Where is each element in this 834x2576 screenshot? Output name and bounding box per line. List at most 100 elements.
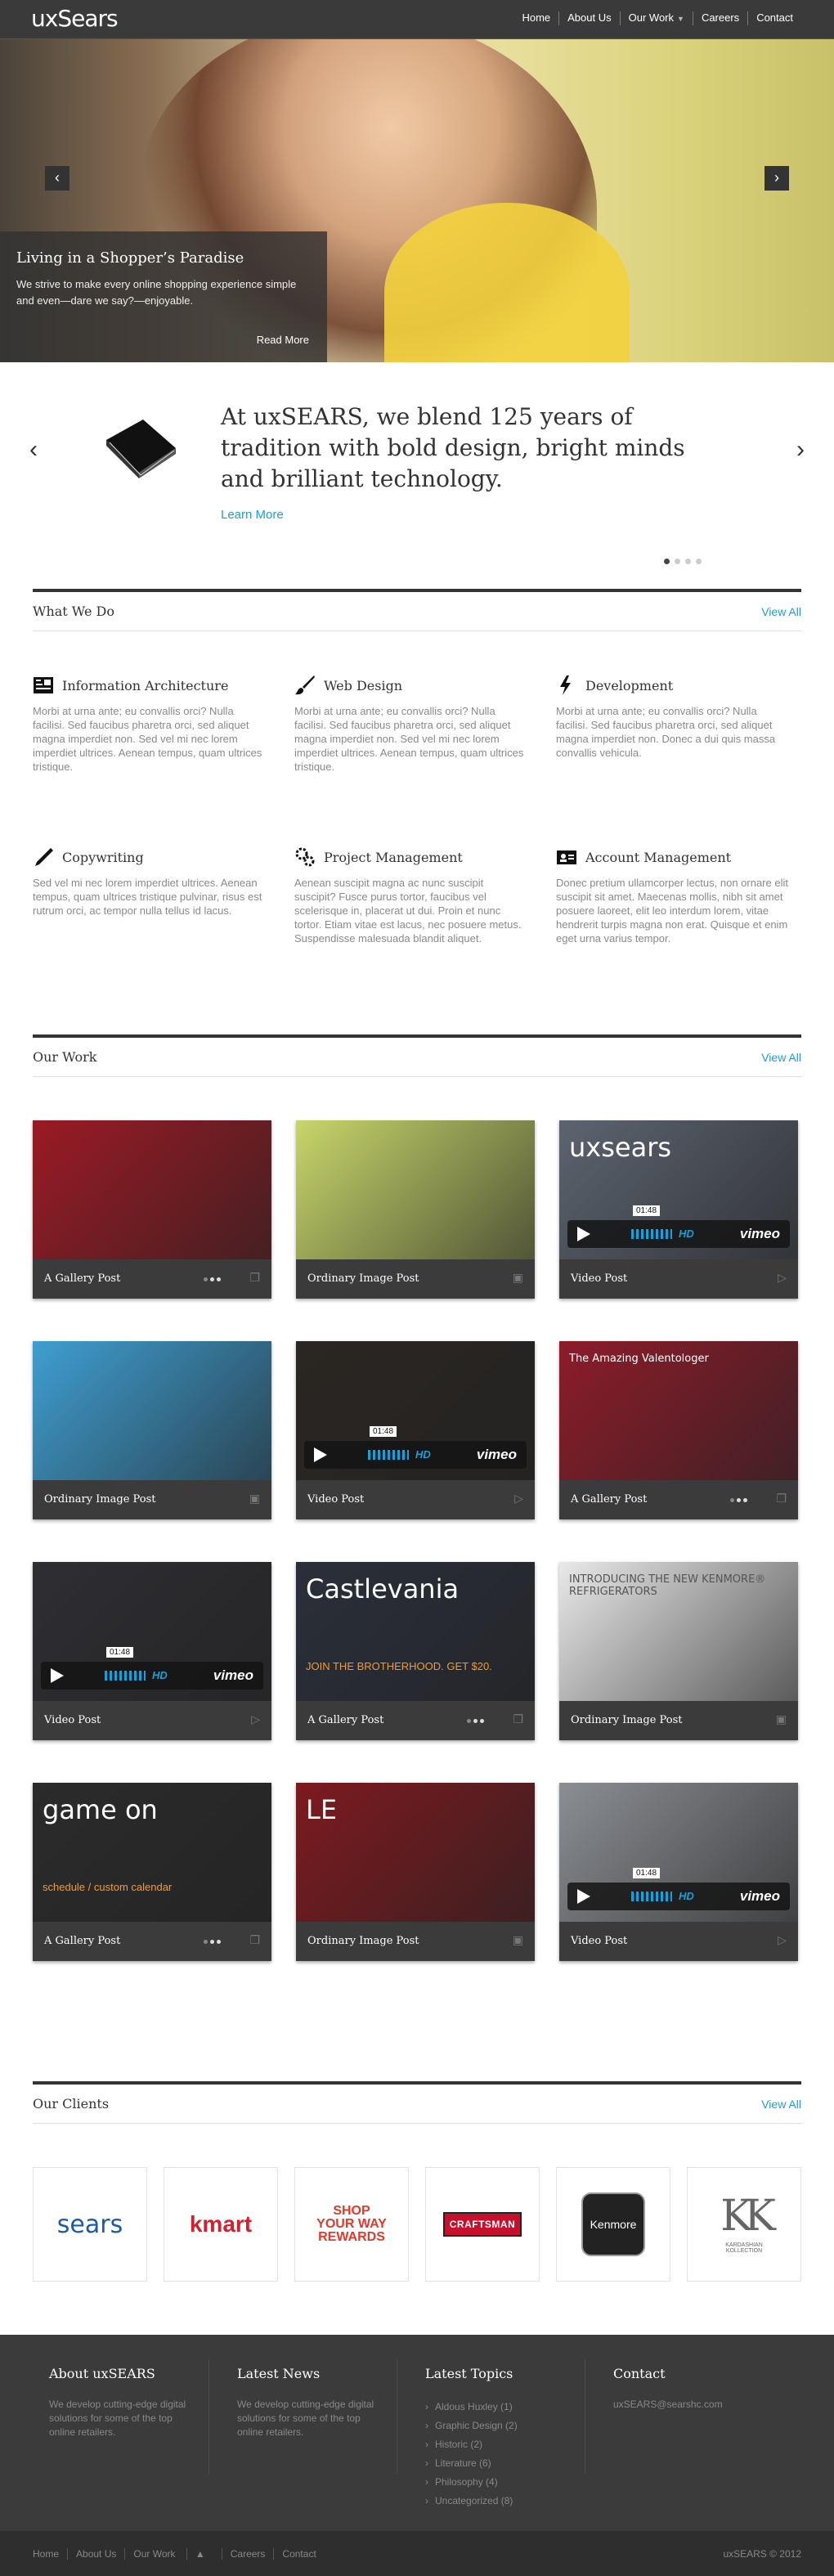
work-card[interactable]: uxsears 01:48 HD vimeo Video Post ▷ xyxy=(559,1120,798,1299)
work-card[interactable]: game on schedule / custom calendar A Galle… xyxy=(33,1783,271,1961)
topic-item[interactable]: › Uncategorized (8) xyxy=(425,2492,613,2511)
video-player-controls[interactable]: 01:48 HD vimeo xyxy=(304,1426,527,1469)
work-card[interactable]: 01:48 HD vimeo Video Post ▷ xyxy=(33,1562,271,1740)
work-thumbnail[interactable]: INTRODUCING THE NEW KENMORE® REFRIGERATO… xyxy=(559,1562,798,1701)
footer-nav-contact[interactable]: Contact xyxy=(273,2548,324,2560)
hd-icon[interactable]: HD xyxy=(679,1890,694,1902)
nav-contact[interactable]: Contact xyxy=(747,11,801,25)
slide-dot[interactable] xyxy=(675,559,680,564)
volume-meter[interactable] xyxy=(368,1450,409,1460)
work-thumbnail[interactable] xyxy=(296,1120,535,1259)
nav-careers[interactable]: Careers xyxy=(692,11,747,25)
footer-contact-email[interactable]: uxSEARS@searshc.com xyxy=(613,2398,752,2412)
footer-nav-about-us[interactable]: About Us xyxy=(67,2548,124,2560)
play-icon[interactable] xyxy=(577,1227,590,1241)
work-card[interactable]: 01:48 HD vimeo Video Post ▷ xyxy=(296,1341,535,1519)
service-text: Morbi at urna ante; eu convallis orci? N… xyxy=(33,705,262,773)
work-card[interactable]: 01:48 HD vimeo Video Post ▷ xyxy=(559,1783,798,1961)
work-thumbnail[interactable]: The Amazing Valentologer xyxy=(559,1341,798,1480)
learn-more-link[interactable]: Learn More xyxy=(221,508,284,522)
work-card-title[interactable]: Ordinary Image Post xyxy=(307,1272,419,1285)
video-player-controls[interactable]: 01:48 HD vimeo xyxy=(567,1868,790,1910)
work-card-title[interactable]: A Gallery Post xyxy=(44,1935,120,1947)
sub-footer: Home About Us Our Work ▲ Careers Contact… xyxy=(0,2531,834,2576)
work-card-title[interactable]: A Gallery Post xyxy=(571,1493,647,1506)
play-icon[interactable] xyxy=(314,1447,327,1462)
work-card-title[interactable]: Video Post xyxy=(571,1935,627,1947)
work-card-title[interactable]: Ordinary Image Post xyxy=(44,1493,155,1506)
work-card[interactable]: Ordinary Image Post ▣ xyxy=(33,1341,271,1519)
work-card-title[interactable]: A Gallery Post xyxy=(307,1714,383,1726)
gallery-dots xyxy=(204,1940,221,1944)
book-icon xyxy=(106,420,176,478)
hero-next-button[interactable]: › xyxy=(764,166,789,191)
volume-meter[interactable] xyxy=(105,1671,146,1681)
work-thumbnail[interactable]: 01:48 HD vimeo xyxy=(296,1341,535,1480)
video-player-controls[interactable]: 01:48 HD vimeo xyxy=(567,1205,790,1248)
video-icon: ▷ xyxy=(778,1271,787,1284)
client-logo-sears[interactable]: sears xyxy=(33,2167,147,2282)
play-icon[interactable] xyxy=(51,1668,64,1683)
client-logo-craftsman[interactable]: CRAFTSMAN xyxy=(425,2167,540,2282)
thumbnail-overlay-text: LE xyxy=(306,1794,338,1825)
work-thumbnail[interactable]: uxsears 01:48 HD vimeo xyxy=(559,1120,798,1259)
client-logo-kmart[interactable]: kmart xyxy=(164,2167,278,2282)
footer-nav-careers[interactable]: Careers xyxy=(221,2548,274,2560)
hd-icon[interactable]: HD xyxy=(415,1448,431,1461)
gallery-icon: ❐ xyxy=(513,1712,523,1726)
topic-item[interactable]: › Philosophy (4) xyxy=(425,2473,613,2492)
nav-our-work[interactable]: Our Work ▼ xyxy=(619,11,693,25)
hd-icon[interactable]: HD xyxy=(152,1669,168,1681)
work-thumbnail[interactable]: 01:48 HD vimeo xyxy=(559,1783,798,1922)
work-card-footer: A Gallery Post ❐ xyxy=(33,1259,271,1299)
footer-nav-our-work[interactable]: Our Work ▲ xyxy=(124,2548,221,2560)
intro-prev-arrow[interactable]: ‹ xyxy=(29,436,38,464)
intro-next-arrow[interactable]: › xyxy=(796,436,805,464)
work-thumbnail[interactable]: LE xyxy=(296,1783,535,1922)
lightning-icon xyxy=(560,675,571,695)
work-card[interactable]: INTRODUCING THE NEW KENMORE® REFRIGERATO… xyxy=(559,1562,798,1740)
view-all-link[interactable]: View All xyxy=(761,1051,801,1064)
slide-dot[interactable] xyxy=(664,559,670,564)
play-icon[interactable] xyxy=(577,1889,590,1904)
work-card-title[interactable]: Ordinary Image Post xyxy=(571,1714,682,1726)
site-logo[interactable]: uxSears xyxy=(31,5,119,32)
view-all-link[interactable]: View All xyxy=(761,605,801,618)
client-logo-badge: Kenmore xyxy=(581,2192,645,2256)
work-card-title[interactable]: Video Post xyxy=(44,1714,101,1726)
client-logo-kenmore[interactable]: Kenmore xyxy=(556,2167,670,2282)
work-card-title[interactable]: Ordinary Image Post xyxy=(307,1935,419,1947)
work-card[interactable]: Ordinary Image Post ▣ xyxy=(296,1120,535,1299)
work-thumbnail[interactable] xyxy=(33,1120,271,1259)
nav-home[interactable]: Home xyxy=(513,11,558,25)
footer-nav-home[interactable]: Home xyxy=(33,2548,67,2560)
read-more-link[interactable]: Read More xyxy=(257,334,309,346)
slide-dot[interactable] xyxy=(685,559,691,564)
slide-indicator xyxy=(664,559,702,564)
work-thumbnail[interactable]: 01:48 HD vimeo xyxy=(33,1562,271,1701)
work-card[interactable]: A Gallery Post ❐ xyxy=(33,1120,271,1299)
work-thumbnail[interactable]: Castlevania JOIN THE BROTHERHOOD. GET $20… xyxy=(296,1562,535,1701)
work-card[interactable]: LE Ordinary Image Post ▣ xyxy=(296,1783,535,1961)
work-card[interactable]: Castlevania JOIN THE BROTHERHOOD. GET $20… xyxy=(296,1562,535,1740)
work-card-title[interactable]: Video Post xyxy=(571,1272,627,1285)
section-title: Our Clients xyxy=(33,2096,110,2112)
nav-about-us[interactable]: About Us xyxy=(558,11,619,25)
volume-meter[interactable] xyxy=(631,1229,672,1239)
footer-about-text: We develop cutting-edge digital solution… xyxy=(49,2399,186,2438)
work-thumbnail[interactable] xyxy=(33,1341,271,1480)
hero-slider: ‹ › Living in a Shopper’s Paradise We st… xyxy=(0,39,834,362)
work-card-title[interactable]: Video Post xyxy=(307,1493,364,1506)
service-title: Copywriting xyxy=(62,850,144,865)
video-player-controls[interactable]: 01:48 HD vimeo xyxy=(41,1647,263,1690)
work-card-title[interactable]: A Gallery Post xyxy=(44,1272,120,1285)
client-logo-kardashian[interactable]: KK KARDASHIAN KOLLECTION xyxy=(687,2167,801,2282)
hd-icon[interactable]: HD xyxy=(679,1227,694,1240)
client-logo-shop-your-way[interactable]: SHOP YOUR WAY REWARDS xyxy=(294,2167,409,2282)
work-card[interactable]: The Amazing Valentologer A Gallery Post ❐ xyxy=(559,1341,798,1519)
hero-prev-button[interactable]: ‹ xyxy=(45,166,70,191)
slide-dot[interactable] xyxy=(696,559,702,564)
view-all-link[interactable]: View All xyxy=(761,2098,801,2111)
volume-meter[interactable] xyxy=(631,1892,672,1901)
work-thumbnail[interactable]: game on schedule / custom calendar xyxy=(33,1783,271,1922)
